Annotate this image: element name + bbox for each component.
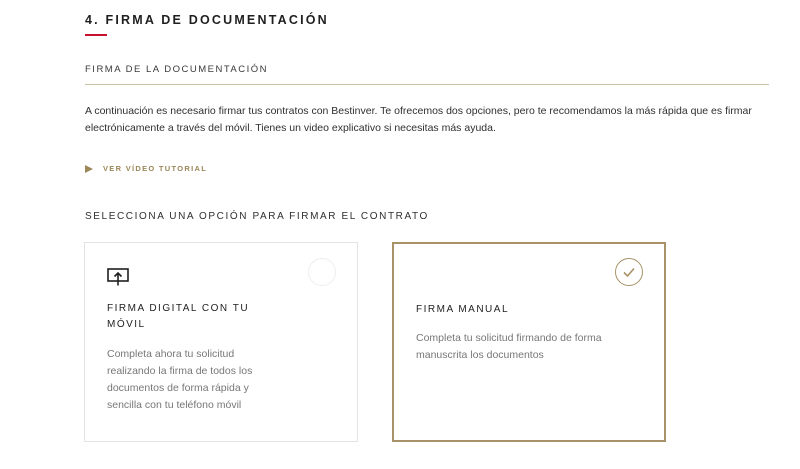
signature-page: 4. FIRMA DE DOCUMENTACIÓN FIRMA DE LA DO… (0, 0, 800, 469)
radio-manual-signature[interactable] (615, 258, 643, 286)
option-description: Completa tu solicitud firmando de forma … (416, 332, 602, 361)
play-icon (85, 164, 93, 173)
option-card-digital-signature[interactable]: FIRMA DIGITAL CON TU MÓVIL Completa ahor… (84, 242, 358, 442)
upload-icon (107, 268, 129, 286)
radio-digital-signature[interactable] (308, 258, 336, 286)
video-tutorial-label: VER VÍDEO TUTORIAL (103, 164, 208, 173)
check-icon (623, 267, 635, 278)
choose-option-label: SELECCIONA UNA OPCIÓN PARA FIRMAR EL CON… (85, 211, 429, 222)
option-card-manual-signature[interactable]: FIRMA MANUAL Completa tu solicitud firma… (392, 242, 666, 442)
option-description: Completa ahora tu solicitud realizando l… (107, 348, 253, 411)
intro-text: A continuación es necesario firmar tus c… (85, 105, 752, 134)
subsection-title: FIRMA DE LA DOCUMENTACIÓN (85, 64, 269, 75)
video-tutorial-link[interactable]: VER VÍDEO TUTORIAL (85, 164, 207, 173)
section-title: 4. FIRMA DE DOCUMENTACIÓN (85, 13, 329, 27)
subsection-divider (85, 84, 769, 85)
option-title: FIRMA DIGITAL CON TU MÓVIL (107, 303, 250, 330)
title-underline (85, 34, 107, 36)
option-title: FIRMA MANUAL (416, 304, 510, 315)
